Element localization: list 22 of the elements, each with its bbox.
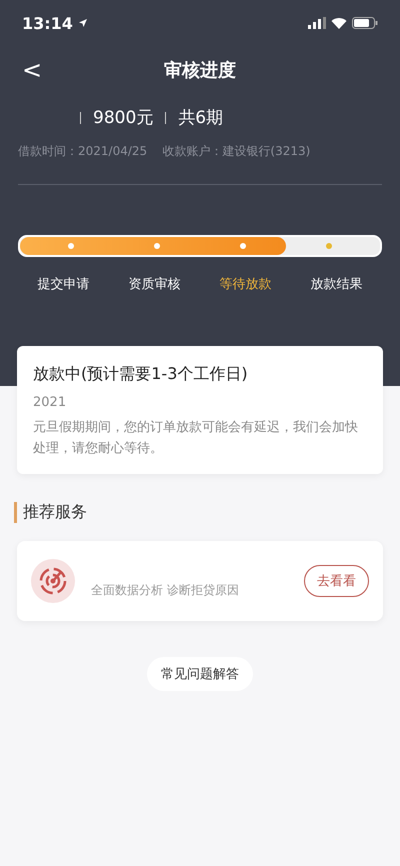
notice-date: 2021 (33, 395, 68, 410)
faq-button[interactable]: 常见问题解答 (147, 656, 253, 691)
battery-icon (352, 17, 378, 29)
radar-icon (31, 558, 75, 603)
notice-text: 元旦假期期间，您的订单放款可能会有延迟，我们会加快处理，请您耐心等待。 (33, 419, 359, 458)
loan-periods: 共6期 (178, 107, 224, 129)
view-button[interactable]: 去看看 (304, 564, 369, 597)
loan-amount: 9800元 (93, 107, 154, 129)
wifi-icon (331, 17, 347, 29)
step-label: 放款结果 (310, 276, 362, 293)
section-title: 推荐服务 (14, 502, 383, 523)
step-label: 资质审核 (128, 276, 180, 293)
status-time: 13:14 (22, 14, 73, 32)
page-title: 审核进度 (164, 59, 236, 82)
step-label: 等待放款 (220, 276, 272, 293)
signal-icon (308, 17, 326, 29)
back-button[interactable]: < (18, 56, 46, 84)
service-description: 全面数据分析 诊断拒贷原因 (91, 582, 240, 600)
step-label: 提交申请 (38, 276, 90, 293)
notice-title: 放款中(预计需要1-3个工作日) (33, 364, 249, 385)
location-icon (78, 18, 88, 28)
loan-info: 借款时间：2021/04/25 收款账户：建设银行(3213) (18, 143, 312, 160)
